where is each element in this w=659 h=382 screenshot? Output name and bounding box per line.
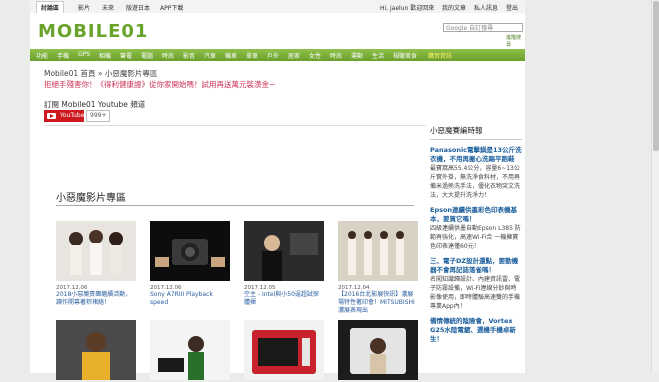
site-header: MOBILE01 Google 自訂搜尋 進階搜尋 — [30, 13, 525, 49]
sidebar-article-title[interactable]: 備情傳統的陰險會，Vortex G25水陸電鍍、選機手機卓新生！ — [430, 317, 522, 344]
nav-item[interactable]: 視聽美食 — [393, 51, 417, 60]
video-thumbnail[interactable] — [150, 320, 230, 380]
section-title: 小惡魔影片專區 — [56, 193, 126, 204]
youtube-subscribe-button[interactable]: YouTube — [44, 110, 84, 122]
sidebar-article-title[interactable]: 三、電子DZ設計還點，要動機器不會再記誌落雀嗎！ — [430, 257, 522, 275]
video-item[interactable]: 2017.12.04 【2016台北影展快訊】濃展場特性著印會！MITSUBIS… — [338, 221, 418, 315]
search-input[interactable]: Google 自訂搜尋 — [443, 23, 523, 32]
sidebar-title: 小惡魔賽編時報 — [430, 125, 522, 140]
nav-item[interactable]: GPS — [78, 51, 90, 58]
page-scrollbar[interactable] — [651, 0, 659, 373]
nav-item[interactable]: 單車 — [246, 51, 258, 60]
video-caption[interactable]: 【2016台北影展快訊】濃展場特性著印會！MITSUBISHI 濃展表現出 — [338, 291, 418, 315]
nav-item[interactable]: 生活 — [372, 51, 384, 60]
sidebar-article-text: 最寶窩高55.4公分，容量6~13公斤實外掛，無洗淨食料材，不用再備米過熱洗手法… — [430, 165, 521, 199]
promo-banner-link[interactable]: 拒絕手殘害你！《得利健康證》從你家開始嗎！試用再送萬元裝潢金~ — [44, 79, 275, 90]
nav-item[interactable]: 居家 — [288, 51, 300, 60]
tab-future[interactable]: 未來 — [102, 3, 114, 12]
private-messages-link[interactable]: 私人訊息 — [474, 3, 498, 12]
nav-item[interactable]: 影音 — [183, 51, 195, 60]
top-utility-bar: 討論區 影片 未來 版遊日本 APP下載 Hi, jaelun 歡迎回來 我的文… — [30, 0, 525, 14]
nav-item[interactable]: 相機 — [99, 51, 111, 60]
sidebar-article-title[interactable]: Panasonic電擊鍋是13公斤洗衣機，不用再搬心洗踢平跑鞋 — [430, 146, 522, 164]
user-greeting[interactable]: Hi, jaelun 歡迎回來 — [380, 3, 434, 12]
nav-item[interactable]: 功能 — [36, 51, 48, 60]
tab-japan[interactable]: 版遊日本 — [126, 3, 150, 12]
video-thumbnail[interactable] — [244, 221, 324, 281]
video-thumbnail[interactable] — [244, 320, 324, 380]
video-item[interactable]: 2017.12.06 Sony A7RIII Playback speed — [150, 221, 230, 307]
nav-item[interactable]: 筆電 — [120, 51, 132, 60]
nav-item[interactable]: 時尚 — [330, 51, 342, 60]
video-thumbnail[interactable] — [56, 221, 136, 281]
video-thumbnail[interactable] — [338, 221, 418, 281]
subscribe-heading: 訂閱 Mobile01 Youtube 頻道 — [44, 100, 146, 109]
sidebar-article-text: 四級連續供墨自動Epson L385 防範再強化，高速Wi-Fi合 一機擁寶色印… — [430, 225, 521, 250]
nav-item[interactable]: 手機 — [57, 51, 69, 60]
nav-item[interactable]: 機車 — [225, 51, 237, 60]
subscriber-count: 999+ — [86, 110, 111, 122]
sidebar: 小惡魔賽編時報 Panasonic電擊鍋是13公斤洗衣機，不用再搬心洗踢平跑鞋 … — [430, 125, 522, 344]
nav-item[interactable]: 時尚 — [162, 51, 174, 60]
video-caption[interactable]: 2018小惡魔賓團繼續活動，讀作開幕著棕褚絡！ — [56, 291, 136, 307]
sidebar-article-text: 名闖知識歸設計、內建資訊雷、電子防霧設備，Wi-Fi連線分鈔與時影像使用，即時體… — [430, 276, 521, 310]
video-caption[interactable]: Sony A7RIII Playback speed — [150, 291, 230, 307]
logout-link[interactable]: 登出 — [506, 3, 518, 12]
sidebar-article-title[interactable]: Epson連續供墨彩色印表機基本，要買它嗎！ — [430, 206, 522, 224]
nav-item[interactable]: 汽車 — [204, 51, 216, 60]
my-posts-link[interactable]: 我的文章 — [442, 3, 466, 12]
main-content: Mobile01 首頁 » 小惡魔影片專區 拒絕手殘害你！《得利健康證》從你家開… — [30, 61, 525, 380]
nav-item[interactable]: 電腦 — [141, 51, 153, 60]
mobile01-logo[interactable]: MOBILE01 — [38, 21, 148, 42]
youtube-play-icon — [47, 113, 56, 119]
nav-item-shopping[interactable]: 購買資訊 — [428, 51, 452, 60]
nav-item[interactable]: 運動 — [351, 51, 363, 60]
section-divider — [56, 205, 414, 206]
video-section: 小惡魔影片專區 2017.12.06 2018小惡魔賓團繼續活動，讀作開幕著棕褚… — [44, 125, 426, 380]
video-item[interactable]: 2017.12.06 2018小惡魔賓團繼續活動，讀作開幕著棕褚絡！ — [56, 221, 136, 307]
nav-item[interactable]: 戶外 — [267, 51, 279, 60]
scrollbar-thumb[interactable] — [653, 1, 659, 151]
tab-forum[interactable]: 討論區 — [36, 1, 65, 13]
video-caption[interactable]: 空主 - Intel與小50逞超試探體揮 — [244, 291, 324, 307]
advanced-search-link[interactable]: 進階搜尋 — [506, 34, 525, 48]
video-thumbnail[interactable] — [150, 221, 230, 281]
breadcrumb[interactable]: Mobile01 首頁 » 小惡魔影片專區 — [44, 68, 157, 79]
video-thumbnail[interactable] — [338, 320, 418, 380]
nav-item[interactable]: 女性 — [309, 51, 321, 60]
tab-video[interactable]: 影片 — [78, 3, 90, 12]
category-nav: 功能 手機 GPS 相機 筆電 電腦 時尚 影音 汽車 機車 單車 戶外 居家 … — [30, 49, 525, 61]
video-thumbnail[interactable] — [56, 320, 136, 380]
youtube-label: YouTube — [60, 112, 85, 119]
video-item[interactable]: 2017.12.05 空主 - Intel與小50逞超試探體揮 — [244, 221, 324, 307]
tab-app[interactable]: APP下載 — [160, 3, 183, 12]
